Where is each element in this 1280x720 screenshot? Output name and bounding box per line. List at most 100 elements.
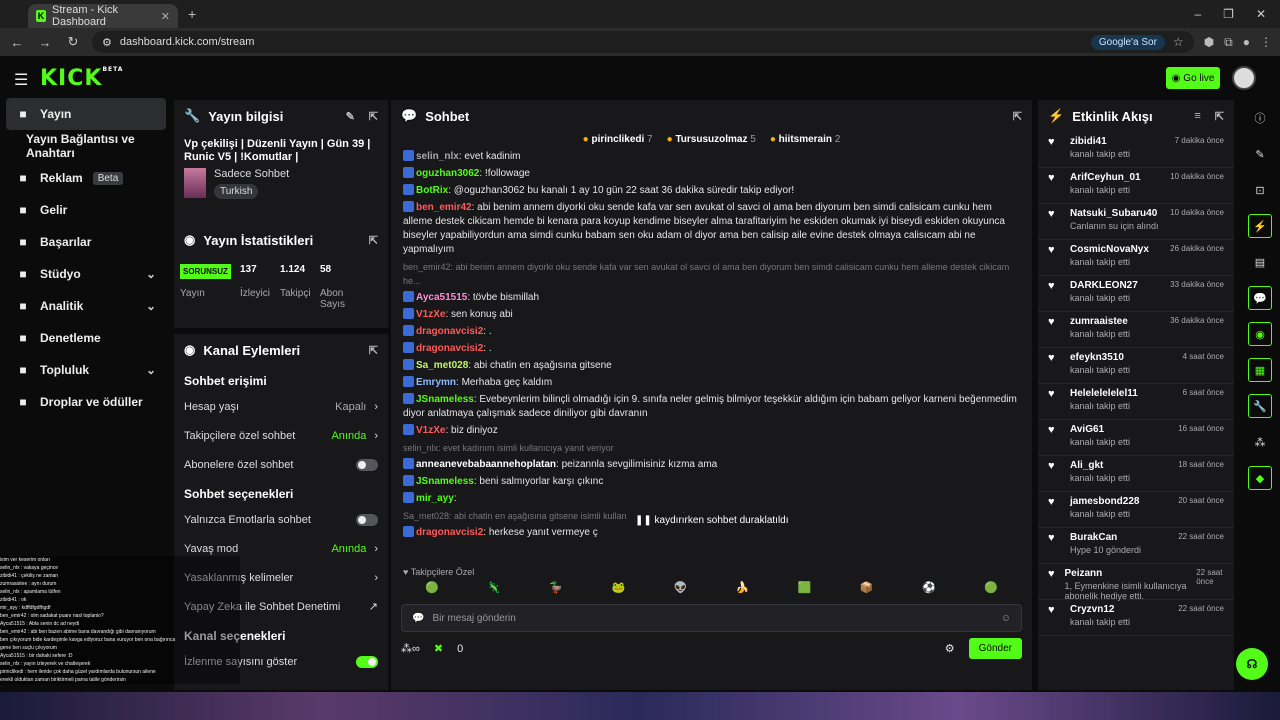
- chat-username[interactable]: V1zXe: [416, 425, 445, 436]
- emote-icon[interactable]: 🦎: [487, 581, 501, 594]
- sidebar-item[interactable]: ■ Reklam Beta: [0, 162, 172, 194]
- gem-icon[interactable]: ◆: [1248, 466, 1272, 490]
- broadcast-icon[interactable]: ◉: [1248, 322, 1272, 346]
- reply-context[interactable]: ben_emir42: abi benim annem diyorki oku …: [403, 260, 1020, 288]
- sidebar-item[interactable]: ■ Yayın: [6, 98, 166, 130]
- chat-username[interactable]: Sa_met028: [416, 360, 468, 371]
- emote-icon[interactable]: 🟢: [984, 581, 998, 594]
- chevron-down-icon[interactable]: ⌄: [146, 299, 156, 313]
- chat-username[interactable]: mir_ayy: [416, 493, 454, 504]
- chat-message[interactable]: dragonavcisi2: herkese yanıt vermeye ç: [403, 526, 1020, 540]
- setting-row[interactable]: Hesap yaşı Kapalı ›: [174, 392, 388, 421]
- category-name[interactable]: Sadece Sohbet: [214, 168, 289, 180]
- chat-username[interactable]: dragonavcisi2: [416, 527, 483, 538]
- leaderboard-entry[interactable]: ● pirinclikedi 7: [583, 134, 653, 145]
- wrench-icon[interactable]: 🔧: [1248, 394, 1272, 418]
- emote-icon[interactable]: 🦆: [549, 581, 563, 594]
- extensions-puzzle-icon[interactable]: ⧉: [1224, 35, 1233, 50]
- sidebar-item[interactable]: ■ Başarılar: [0, 226, 172, 258]
- emote-icon[interactable]: 🟩: [798, 581, 812, 594]
- view-count-toggle[interactable]: [356, 655, 378, 668]
- chevron-right-icon[interactable]: ›: [374, 572, 378, 584]
- leaderboard-entry[interactable]: ● Tursusuzolmaz 5: [667, 134, 756, 145]
- emoji-icon[interactable]: ☺: [1001, 613, 1011, 624]
- chat-message[interactable]: V1zXe: sen konuş abi: [403, 308, 1020, 322]
- edit-pencil-icon[interactable]: ✎: [346, 110, 355, 123]
- chat-username[interactable]: selin_nlx: [416, 151, 459, 162]
- chat-message[interactable]: Sa_met028: abi chatin en aşağısına gitse…: [403, 359, 1020, 373]
- site-info-icon[interactable]: ⚙: [102, 36, 112, 49]
- toggle-switch[interactable]: [356, 458, 378, 471]
- google-ask-button[interactable]: Google'a Sor: [1090, 34, 1165, 50]
- chat-username[interactable]: V1zXe: [416, 309, 445, 320]
- crop-icon[interactable]: ⊡: [1248, 178, 1272, 202]
- popout-icon[interactable]: ⇱: [1013, 110, 1022, 123]
- chat-username[interactable]: JSnameless: [416, 394, 474, 405]
- reply-context[interactable]: selin_nlx: evet kadınım isimli kullanıcı…: [403, 441, 1020, 455]
- chat-username[interactable]: Ayca51515: [416, 292, 467, 303]
- chat-message[interactable]: mir_ayy:: [403, 492, 1020, 506]
- browser-tab[interactable]: K Stream - Kick Dashboard ✕: [28, 4, 178, 28]
- chat-username[interactable]: JSnameless: [416, 476, 474, 487]
- sidebar-item[interactable]: Yayın Bağlantısı ve Anahtarı: [0, 130, 172, 162]
- category-thumbnail[interactable]: [184, 168, 206, 198]
- bolt-icon[interactable]: ⚡: [1248, 214, 1272, 238]
- close-tab-icon[interactable]: ✕: [161, 10, 170, 23]
- popout-icon[interactable]: ⇱: [1215, 110, 1224, 123]
- community-icon[interactable]: ⁂∞: [401, 642, 420, 655]
- activity-item[interactable]: ♥ efeykn3510 kanalı takip etti 4 saat önce: [1038, 348, 1234, 384]
- chat-message[interactable]: BotRix: @oguzhan3062 bu kanalı 1 ay 10 g…: [403, 184, 1020, 198]
- address-bar[interactable]: ⚙ dashboard.kick.com/stream Google'a Sor…: [92, 31, 1194, 53]
- chat-message[interactable]: JSnameless: Evebeynlerim bilinçli olmadı…: [403, 393, 1020, 421]
- filter-icon[interactable]: ≡: [1194, 110, 1200, 123]
- sidebar-item[interactable]: ■ Topluluk ⌄: [0, 354, 172, 386]
- external-link-icon[interactable]: ↗: [369, 600, 378, 613]
- reload-icon[interactable]: ↻: [64, 34, 82, 50]
- activity-item[interactable]: ♥ Cryzvn12 kanalı takip etti 22 saat önce: [1038, 600, 1234, 636]
- emote-icon[interactable]: 🟢: [425, 581, 439, 594]
- minimize-icon[interactable]: –: [1194, 7, 1201, 21]
- chat-message[interactable]: oguzhan3062: !followage: [403, 167, 1020, 181]
- chat-username[interactable]: anneanevebabaannehoplatan: [416, 459, 556, 470]
- chat-message[interactable]: Emrymn: Merhaba geç kaldım: [403, 376, 1020, 390]
- chevron-right-icon[interactable]: ›: [374, 401, 378, 413]
- activity-item[interactable]: ♥ Ali_gkt kanalı takip etti 18 saat önce: [1038, 456, 1234, 492]
- toggle-switch[interactable]: [356, 513, 378, 526]
- chat-username[interactable]: Emrymn: [416, 377, 456, 388]
- activity-item[interactable]: ♥ Peizann 1, Eymenkine isimli kullanıcıya …: [1038, 564, 1234, 601]
- go-live-button[interactable]: ◉ Go live: [1166, 67, 1220, 89]
- setting-row[interactable]: Takipçilere özel sohbet Anında ›: [174, 421, 388, 450]
- chat-message[interactable]: anneanevebabaannehoplatan: peizannla sev…: [403, 458, 1020, 472]
- chat-message[interactable]: selin_nlx: evet kadinim: [403, 150, 1020, 164]
- chat-username[interactable]: oguzhan3062: [416, 168, 479, 179]
- activity-item[interactable]: ♥ BurakCan Hype 10 gönderdi 22 saat önce: [1038, 528, 1234, 564]
- chat-message[interactable]: Ayca51515: tövbe bismillah: [403, 291, 1020, 305]
- activity-item[interactable]: ♥ zumraaistee kanalı takip etti 36 dakika ö…: [1038, 312, 1234, 348]
- activity-item[interactable]: ♥ CosmicNovaNyx kanalı takip etti 26 dakika…: [1038, 240, 1234, 276]
- emote-icon[interactable]: 📦: [860, 581, 874, 594]
- chevron-down-icon[interactable]: ⌄: [146, 363, 156, 377]
- activity-item[interactable]: ♥ ArifCeyhun_01 kanalı takip etti 10 dakika…: [1038, 168, 1234, 204]
- emote-icon[interactable]: 🐸: [611, 581, 625, 594]
- popout-icon[interactable]: ⇱: [369, 344, 378, 357]
- chat-message[interactable]: ben_emir42: abi benim annem diyorki oku …: [403, 201, 1020, 257]
- sidebar-item[interactable]: ■ Denetleme: [0, 322, 172, 354]
- sidebar-item[interactable]: ■ Droplar ve ödüller: [0, 386, 172, 418]
- sidebar-item[interactable]: ■ Analitik ⌄: [0, 290, 172, 322]
- back-icon[interactable]: ←: [8, 35, 26, 50]
- chat-username[interactable]: dragonavcisi2: [416, 343, 483, 354]
- activity-item[interactable]: ♥ DARKLEON27 kanalı takip etti 33 dakika ön…: [1038, 276, 1234, 312]
- chat-username[interactable]: dragonavcisi2: [416, 326, 483, 337]
- emote-icon[interactable]: 🍌: [736, 581, 750, 594]
- activity-item[interactable]: ♥ AviG61 kanalı takip etti 16 saat önce: [1038, 420, 1234, 456]
- setting-row[interactable]: Abonelere özel sohbet: [174, 450, 388, 479]
- chat-message[interactable]: JSnameless: beni salmıyorlar karşı çıkın…: [403, 475, 1020, 489]
- chat-message[interactable]: V1zXe: biz diniyoz: [403, 424, 1020, 438]
- popout-icon[interactable]: ⇱: [369, 234, 378, 247]
- chat-message[interactable]: dragonavcisi2: .: [403, 342, 1020, 356]
- new-tab-icon[interactable]: +: [188, 6, 196, 22]
- emote-icon[interactable]: ⚽: [922, 581, 936, 594]
- info-icon[interactable]: ⓘ: [1248, 106, 1272, 130]
- maximize-icon[interactable]: ❐: [1223, 7, 1234, 21]
- activity-item[interactable]: ♥ jamesbond228 kanalı takip etti 20 saat ön…: [1038, 492, 1234, 528]
